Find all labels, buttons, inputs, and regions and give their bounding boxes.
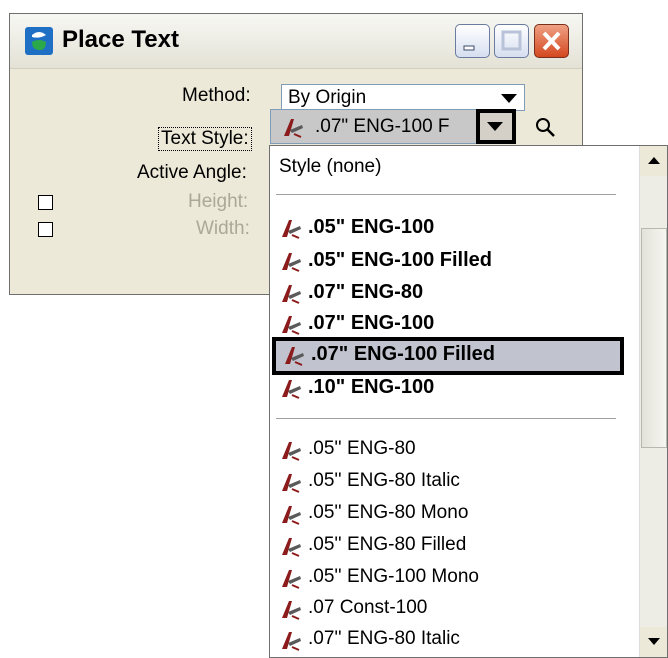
- list-item[interactable]: .10" ENG-100: [275, 374, 615, 404]
- scroll-up-button[interactable]: [640, 146, 667, 176]
- list-item[interactable]: .05'' ENG-80: [275, 436, 615, 466]
- window-title: Place Text: [62, 26, 179, 53]
- text-style-icon: [282, 474, 301, 493]
- list-item-label: .07" ENG-100: [308, 312, 435, 334]
- list-item[interactable]: .05'' ENG-100 Mono: [275, 564, 615, 594]
- microstation-logo-icon: [25, 27, 53, 55]
- text-style-icon: [282, 253, 301, 272]
- active-angle-label: Active Angle:: [137, 162, 247, 183]
- text-style-icon: [282, 442, 301, 461]
- list-item-label: .05" ENG-100: [308, 216, 435, 238]
- chevron-down-icon: [501, 94, 517, 103]
- minimize-icon: [463, 45, 475, 51]
- text-style-icon: [282, 632, 301, 651]
- vertical-scrollbar[interactable]: [639, 146, 667, 657]
- close-icon: [542, 31, 561, 51]
- list-item-label: .07 Const-100: [308, 597, 428, 618]
- text-style-icon: [282, 380, 301, 399]
- list-item[interactable]: .07" ENG-100: [275, 310, 615, 340]
- text-style-dropdown-list[interactable]: Style (none) .05" ENG-100 .05" ENG-100 F…: [269, 145, 668, 658]
- method-value: By Origin: [288, 87, 367, 108]
- list-item[interactable]: .07'' ENG-80 Italic: [275, 626, 615, 656]
- maximize-button[interactable]: [494, 24, 529, 58]
- list-item[interactable]: .05'' ENG-80 Mono: [275, 500, 615, 530]
- list-item-label: .10" ENG-100: [308, 376, 435, 398]
- text-style-icon: [284, 119, 303, 138]
- width-label: Width:: [196, 218, 250, 239]
- list-item-label: .05'' ENG-80 Italic: [308, 470, 460, 491]
- list-separator: [276, 418, 616, 419]
- magnifier-icon[interactable]: [533, 115, 557, 139]
- list-item-label: .05'' ENG-80: [308, 438, 416, 459]
- width-checkbox[interactable]: [38, 222, 53, 237]
- method-label: Method:: [182, 85, 251, 106]
- scroll-down-button[interactable]: [640, 627, 667, 657]
- list-item-label: .07'' ENG-80 Italic: [308, 628, 460, 649]
- list-item-label: .05'' ENG-100 Mono: [308, 566, 479, 587]
- list-item-label: .05" ENG-100 Filled: [308, 249, 492, 271]
- title-bar[interactable]: Place Text: [10, 14, 582, 69]
- height-checkbox[interactable]: [38, 195, 53, 210]
- chevron-down-icon: [487, 122, 503, 131]
- list-item[interactable]: .07 Const-100: [275, 595, 615, 625]
- list-separator: [276, 194, 616, 195]
- text-style-icon: [282, 538, 301, 557]
- list-item[interactable]: .05" ENG-100 Filled: [275, 247, 615, 277]
- list-item-label: .05'' ENG-80 Filled: [308, 534, 467, 555]
- text-style-value: .07" ENG-100 F: [315, 116, 450, 137]
- list-item-label: .07" ENG-80: [308, 281, 424, 303]
- list-item-selected[interactable]: .07" ENG-100 Filled: [272, 337, 624, 375]
- scroll-thumb[interactable]: [641, 228, 667, 448]
- maximize-icon: [501, 30, 522, 51]
- close-button[interactable]: [534, 24, 569, 58]
- text-style-icon: [282, 220, 301, 239]
- list-item[interactable]: .05" ENG-100: [275, 214, 615, 244]
- list-item-label: .05'' ENG-80 Mono: [308, 502, 469, 523]
- text-style-icon: [282, 506, 301, 525]
- list-item-label: Style (none): [279, 156, 382, 177]
- text-style-icon: [282, 601, 301, 620]
- text-style-icon: [285, 347, 304, 366]
- text-style-dropdown-button[interactable]: [476, 109, 516, 144]
- list-item-style-none[interactable]: Style (none): [275, 154, 615, 184]
- text-style-icon: [282, 285, 301, 304]
- list-item-label: .07" ENG-100 Filled: [311, 343, 495, 365]
- list-item[interactable]: .05'' ENG-80 Filled: [275, 532, 615, 562]
- height-label: Height:: [188, 191, 249, 212]
- list-item[interactable]: .07" ENG-80: [275, 279, 615, 309]
- minimize-button[interactable]: [455, 24, 490, 58]
- text-style-label: Text Style:: [158, 127, 252, 151]
- method-select[interactable]: By Origin: [281, 84, 525, 111]
- list-item[interactable]: .05'' ENG-80 Italic: [275, 468, 615, 498]
- text-style-icon: [282, 316, 301, 335]
- text-style-icon: [282, 570, 301, 589]
